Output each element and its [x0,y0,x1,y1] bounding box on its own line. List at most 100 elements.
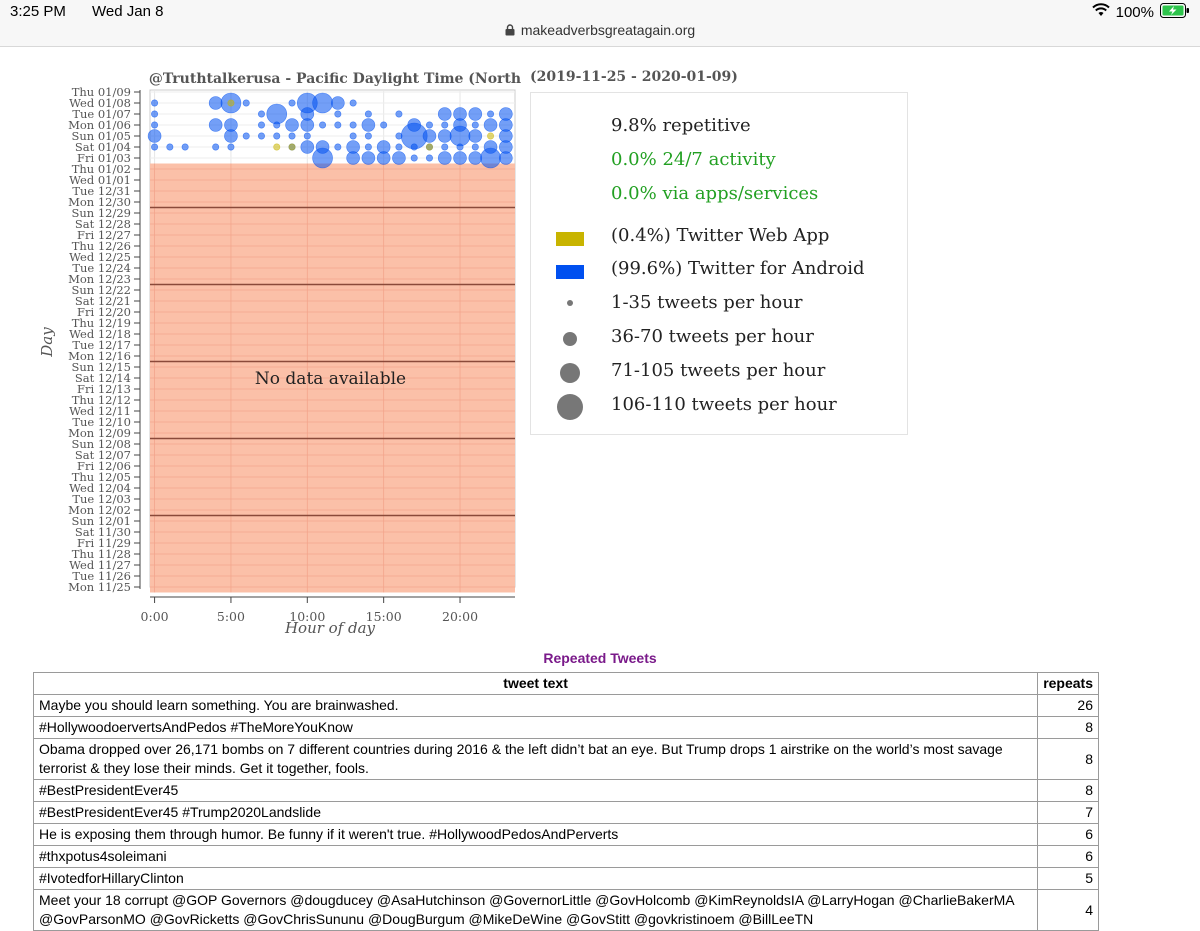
tweet-text-cell: Maybe you should learn something. You ar… [32,694,1039,717]
data-point [349,132,357,140]
data-point [151,99,159,107]
repeats-cell: 7 [1037,801,1099,824]
size-2-dot [563,332,577,346]
data-point [349,99,357,107]
data-point [468,129,483,143]
x-tick-label: 5:00 [217,609,245,624]
data-point [288,143,296,151]
repeats-cell: 6 [1037,845,1099,868]
data-point [453,151,467,165]
table-row: #IvotedforHillaryClinton 5 [32,867,1099,890]
tweet-text-cell: #thxpotus4soleimani [32,845,1039,868]
status-date: Wed Jan 8 [92,3,164,20]
data-point [437,107,452,121]
wifi-icon [1091,3,1110,21]
data-point [257,110,265,118]
data-point [361,151,376,165]
data-point [499,151,513,165]
chart-date-range: (2019-11-25 - 2020-01-09) [530,69,738,85]
legend-web-app: (0.4%) Twitter Web App [611,225,830,246]
address-bar[interactable]: makeadverbsgreatagain.org [0,22,1200,39]
battery-percent: 100% [1115,3,1154,21]
legend: 9.8% repetitive 0.0% 24/7 activity 0.0% … [530,92,908,435]
data-point [334,143,342,151]
y-tick-label: Mon 11/25 [68,580,131,594]
data-point [208,118,223,132]
legend-size-2: 36-70 tweets per hour [611,326,814,347]
data-point [227,99,235,107]
data-point [151,110,159,118]
table-row: He is exposing them through humor. Be fu… [32,823,1099,846]
data-point [346,151,360,165]
data-point [285,118,299,132]
table-row: Obama dropped over 26,171 bombs on 7 dif… [32,738,1099,780]
tweet-text-cell: He is exposing them through humor. Be fu… [32,823,1039,846]
data-point [425,121,433,129]
data-point [242,99,250,107]
data-point [361,118,376,132]
legend-activity: 0.0% 24/7 activity [611,149,776,170]
data-point [364,143,372,151]
data-point [331,96,345,110]
data-point [425,154,433,162]
data-point [468,107,483,121]
data-point [376,151,391,165]
legend-apps: 0.0% via apps/services [611,183,819,204]
tweet-text-cell: Obama dropped over 26,171 bombs on 7 dif… [32,738,1039,780]
table-row: Maybe you should learn something. You ar… [32,694,1099,717]
column-header-tweet-text: tweet text [32,672,1039,695]
data-point [471,143,479,151]
data-point [480,147,501,169]
table-header-row: tweet text repeats [32,672,1099,695]
table-row: #HollywoodoervertsAndPedos #TheMoreYouKn… [32,716,1099,739]
y-axis: Thu 01/09Wed 01/08Tue 01/07Mon 01/06Sun … [68,85,141,594]
data-point [456,143,464,151]
legend-size-3: 71-105 tweets per hour [611,360,826,381]
repeats-cell: 8 [1037,779,1099,802]
status-indicators: 100% [1091,2,1190,21]
legend-size-4: 106-110 tweets per hour [611,394,837,415]
web-app-swatch [556,232,584,246]
repeats-cell: 5 [1037,867,1099,890]
data-point [312,92,333,114]
data-point [364,110,372,118]
data-point [224,129,238,143]
data-point [300,118,315,132]
data-point [257,121,265,129]
data-point [227,143,235,151]
data-point [288,132,296,140]
table-row: #BestPresidentEver45 8 [32,779,1099,802]
data-point [208,96,223,110]
data-point [151,143,159,151]
data-point [266,103,288,125]
data-point [273,143,281,151]
repeats-cell: 4 [1037,889,1099,931]
data-point [437,151,452,165]
tweet-text-cell: Meet your 18 corrupt @GOP Governors @dou… [32,889,1039,931]
x-tick-label: 0:00 [141,609,169,624]
status-time: 3:25 PM [10,3,66,20]
repeats-cell: 26 [1037,694,1099,717]
data-point [300,140,315,154]
data-point [288,99,296,107]
data-point [392,151,406,165]
data-point [319,121,327,129]
data-point [441,143,449,151]
data-point [422,129,437,143]
data-point [334,110,342,118]
data-point [364,132,372,140]
data-point [410,143,418,151]
data-point [471,121,479,129]
column-header-repeats: repeats [1037,672,1099,695]
tweet-text-cell: #HollywoodoervertsAndPedos #TheMoreYouKn… [32,716,1039,739]
data-point [468,151,483,165]
data-point [395,110,403,118]
no-data-label: No data available [255,369,406,389]
legend-android: (99.6%) Twitter for Android [611,258,865,279]
data-point [437,129,452,143]
data-point [257,132,265,140]
data-point [273,132,281,140]
data-point [449,125,471,147]
data-point [312,147,333,169]
data-point [349,121,357,129]
